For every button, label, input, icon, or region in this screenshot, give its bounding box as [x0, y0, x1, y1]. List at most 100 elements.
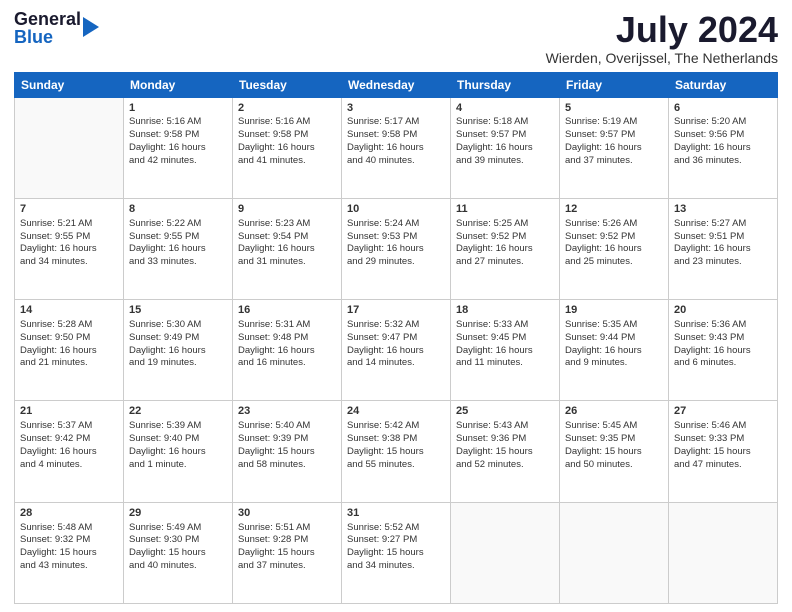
week-row-2: 7Sunrise: 5:21 AMSunset: 9:55 PMDaylight…	[15, 198, 778, 299]
cell-text: and 36 minutes.	[674, 155, 772, 168]
day-number: 15	[129, 303, 227, 318]
calendar-cell: 21Sunrise: 5:37 AMSunset: 9:42 PMDayligh…	[15, 401, 124, 502]
cell-text: Sunset: 9:30 PM	[129, 534, 227, 547]
calendar-cell: 5Sunrise: 5:19 AMSunset: 9:57 PMDaylight…	[560, 97, 669, 198]
calendar-cell: 18Sunrise: 5:33 AMSunset: 9:45 PMDayligh…	[451, 300, 560, 401]
cell-text: Daylight: 16 hours	[347, 345, 445, 358]
calendar-cell	[15, 97, 124, 198]
cell-text: and 43 minutes.	[20, 560, 118, 573]
cell-text: Sunset: 9:58 PM	[129, 129, 227, 142]
cell-text: Sunset: 9:48 PM	[238, 332, 336, 345]
day-number: 27	[674, 404, 772, 419]
cell-text: and 6 minutes.	[674, 357, 772, 370]
cell-text: Sunset: 9:50 PM	[20, 332, 118, 345]
cell-text: Sunset: 9:55 PM	[129, 231, 227, 244]
cell-text: Sunset: 9:39 PM	[238, 433, 336, 446]
cell-text: and 37 minutes.	[238, 560, 336, 573]
day-number: 10	[347, 202, 445, 217]
cell-text: Sunset: 9:32 PM	[20, 534, 118, 547]
cell-text: Sunset: 9:52 PM	[565, 231, 663, 244]
cell-text: Daylight: 15 hours	[456, 446, 554, 459]
calendar-cell: 16Sunrise: 5:31 AMSunset: 9:48 PMDayligh…	[233, 300, 342, 401]
calendar-cell: 4Sunrise: 5:18 AMSunset: 9:57 PMDaylight…	[451, 97, 560, 198]
col-tuesday: Tuesday	[233, 72, 342, 97]
month-title: July 2024	[546, 10, 778, 50]
calendar-cell: 1Sunrise: 5:16 AMSunset: 9:58 PMDaylight…	[124, 97, 233, 198]
cell-text: Sunset: 9:44 PM	[565, 332, 663, 345]
cell-text: and 29 minutes.	[347, 256, 445, 269]
day-number: 29	[129, 506, 227, 521]
calendar-cell: 13Sunrise: 5:27 AMSunset: 9:51 PMDayligh…	[669, 198, 778, 299]
day-number: 8	[129, 202, 227, 217]
cell-text: Sunrise: 5:40 AM	[238, 420, 336, 433]
col-thursday: Thursday	[451, 72, 560, 97]
day-number: 1	[129, 101, 227, 116]
cell-text: and 1 minute.	[129, 459, 227, 472]
day-number: 21	[20, 404, 118, 419]
day-number: 31	[347, 506, 445, 521]
cell-text: Daylight: 15 hours	[20, 547, 118, 560]
cell-text: Sunrise: 5:37 AM	[20, 420, 118, 433]
cell-text: Daylight: 15 hours	[238, 446, 336, 459]
calendar-cell: 12Sunrise: 5:26 AMSunset: 9:52 PMDayligh…	[560, 198, 669, 299]
cell-text: Sunset: 9:40 PM	[129, 433, 227, 446]
cell-text: Sunrise: 5:42 AM	[347, 420, 445, 433]
cell-text: and 40 minutes.	[129, 560, 227, 573]
cell-text: and 47 minutes.	[674, 459, 772, 472]
cell-text: Sunset: 9:54 PM	[238, 231, 336, 244]
cell-text: Sunset: 9:56 PM	[674, 129, 772, 142]
calendar-cell: 19Sunrise: 5:35 AMSunset: 9:44 PMDayligh…	[560, 300, 669, 401]
calendar-cell: 31Sunrise: 5:52 AMSunset: 9:27 PMDayligh…	[342, 502, 451, 603]
cell-text: Sunset: 9:28 PM	[238, 534, 336, 547]
calendar-cell: 30Sunrise: 5:51 AMSunset: 9:28 PMDayligh…	[233, 502, 342, 603]
cell-text: and 41 minutes.	[238, 155, 336, 168]
calendar-cell: 14Sunrise: 5:28 AMSunset: 9:50 PMDayligh…	[15, 300, 124, 401]
cell-text: Sunset: 9:57 PM	[565, 129, 663, 142]
cell-text: Sunrise: 5:51 AM	[238, 522, 336, 535]
calendar-cell: 17Sunrise: 5:32 AMSunset: 9:47 PMDayligh…	[342, 300, 451, 401]
cell-text: and 37 minutes.	[565, 155, 663, 168]
calendar-cell: 25Sunrise: 5:43 AMSunset: 9:36 PMDayligh…	[451, 401, 560, 502]
cell-text: Sunset: 9:49 PM	[129, 332, 227, 345]
calendar-cell: 6Sunrise: 5:20 AMSunset: 9:56 PMDaylight…	[669, 97, 778, 198]
cell-text: and 11 minutes.	[456, 357, 554, 370]
cell-text: Sunrise: 5:30 AM	[129, 319, 227, 332]
day-number: 20	[674, 303, 772, 318]
cell-text: and 14 minutes.	[347, 357, 445, 370]
cell-text: Daylight: 16 hours	[129, 243, 227, 256]
cell-text: Sunrise: 5:49 AM	[129, 522, 227, 535]
calendar-cell	[451, 502, 560, 603]
cell-text: Daylight: 16 hours	[238, 243, 336, 256]
cell-text: Sunrise: 5:18 AM	[456, 116, 554, 129]
cell-text: Sunrise: 5:32 AM	[347, 319, 445, 332]
cell-text: Sunset: 9:38 PM	[347, 433, 445, 446]
cell-text: Daylight: 16 hours	[565, 345, 663, 358]
cell-text: Sunrise: 5:23 AM	[238, 218, 336, 231]
cell-text: Daylight: 16 hours	[456, 243, 554, 256]
cell-text: Daylight: 16 hours	[347, 243, 445, 256]
cell-text: Sunrise: 5:33 AM	[456, 319, 554, 332]
cell-text: Daylight: 16 hours	[565, 142, 663, 155]
day-number: 26	[565, 404, 663, 419]
cell-text: Sunset: 9:43 PM	[674, 332, 772, 345]
cell-text: Sunrise: 5:46 AM	[674, 420, 772, 433]
cell-text: Sunset: 9:57 PM	[456, 129, 554, 142]
logo-blue: Blue	[14, 28, 81, 46]
week-row-5: 28Sunrise: 5:48 AMSunset: 9:32 PMDayligh…	[15, 502, 778, 603]
cell-text: Daylight: 15 hours	[565, 446, 663, 459]
cell-text: Sunset: 9:58 PM	[347, 129, 445, 142]
day-number: 30	[238, 506, 336, 521]
cell-text: Daylight: 16 hours	[674, 142, 772, 155]
cell-text: Daylight: 15 hours	[347, 446, 445, 459]
cell-text: and 55 minutes.	[347, 459, 445, 472]
cell-text: Sunrise: 5:35 AM	[565, 319, 663, 332]
calendar-cell: 28Sunrise: 5:48 AMSunset: 9:32 PMDayligh…	[15, 502, 124, 603]
day-number: 28	[20, 506, 118, 521]
cell-text: Sunrise: 5:21 AM	[20, 218, 118, 231]
cell-text: Sunrise: 5:20 AM	[674, 116, 772, 129]
cell-text: Sunset: 9:53 PM	[347, 231, 445, 244]
calendar-cell: 2Sunrise: 5:16 AMSunset: 9:58 PMDaylight…	[233, 97, 342, 198]
cell-text: Daylight: 15 hours	[674, 446, 772, 459]
cell-text: Sunset: 9:51 PM	[674, 231, 772, 244]
cell-text: and 40 minutes.	[347, 155, 445, 168]
